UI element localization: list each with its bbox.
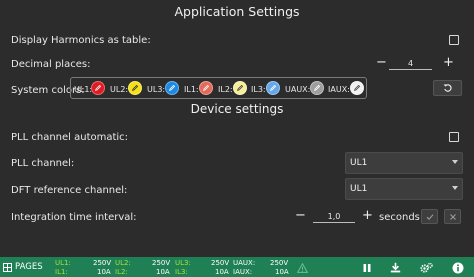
download-button[interactable] <box>389 261 402 274</box>
integration-increment-button[interactable]: + <box>362 209 373 222</box>
reading-value-ul2: 250V <box>152 259 171 267</box>
settings-button[interactable] <box>420 261 433 274</box>
display-harmonics-checkbox[interactable] <box>449 35 459 45</box>
reset-colors-button[interactable] <box>433 80 462 96</box>
decimal-places-label: Decimal places: <box>11 59 91 70</box>
dft-reference-select[interactable]: UL1 <box>345 178 463 200</box>
reading-value-uaux: 250V <box>270 259 289 267</box>
dft-reference-value: UL1 <box>350 184 368 194</box>
pll-channel-value: UL1 <box>350 158 368 168</box>
grid-icon <box>3 262 12 272</box>
integration-time-input[interactable] <box>313 210 355 223</box>
integration-unit-label: seconds <box>379 212 420 223</box>
chevron-down-icon <box>452 160 458 164</box>
pause-icon <box>363 263 370 272</box>
integration-decrement-button[interactable]: − <box>295 209 306 222</box>
pll-channel-select[interactable]: UL1 <box>345 152 463 174</box>
color-swatch-iaux[interactable] <box>350 81 364 95</box>
info-icon <box>452 262 463 273</box>
reading-key-il3: IL3: <box>175 268 188 276</box>
pause-button[interactable] <box>360 261 373 274</box>
color-swatch-ul3[interactable] <box>165 81 179 95</box>
close-icon <box>449 213 456 220</box>
reading-key-ul3: UL3: <box>175 259 191 267</box>
device-settings-title: Device settings <box>190 102 284 116</box>
pll-channel-label: PLL channel: <box>11 158 75 169</box>
color-label-il2: IL2: <box>218 85 233 94</box>
color-swatch-il1[interactable] <box>199 81 213 95</box>
reading-value-il1: 10A <box>97 268 111 276</box>
reading-key-il1: IL1: <box>55 268 68 276</box>
reading-key-uaux: UAUX: <box>233 259 256 267</box>
color-swatch-il2[interactable] <box>233 81 247 95</box>
reset-icon <box>443 84 452 92</box>
pencil-icon <box>353 84 361 92</box>
pencil-icon <box>168 84 176 92</box>
application-settings-title: Application Settings <box>174 4 300 19</box>
gears-icon <box>420 262 433 273</box>
decimal-decrement-button[interactable]: − <box>376 56 387 69</box>
pencil-icon <box>269 84 277 92</box>
reading-key-iaux: IAUX: <box>233 268 253 276</box>
check-icon <box>426 213 433 220</box>
warning-icon <box>296 261 309 274</box>
chevron-down-icon <box>452 186 458 190</box>
display-harmonics-label: Display Harmonics as table: <box>11 35 151 46</box>
pll-auto-checkbox[interactable] <box>449 132 459 142</box>
color-label-uaux: UAUX: <box>285 85 311 94</box>
reading-value-ul3: 250V <box>211 259 230 267</box>
reading-key-ul1: UL1: <box>55 259 71 267</box>
pencil-icon <box>94 84 102 92</box>
color-swatch-ul2[interactable] <box>128 81 142 95</box>
reading-key-ul2: UL2: <box>115 259 131 267</box>
pencil-icon <box>202 84 210 92</box>
color-swatch-uaux[interactable] <box>310 81 324 95</box>
pll-auto-label: PLL channel automatic: <box>11 132 129 143</box>
color-label-il1: IL1: <box>184 85 199 94</box>
pencil-icon <box>313 84 321 92</box>
reading-value-ul1: 250V <box>93 259 112 267</box>
confirm-button[interactable] <box>421 209 438 224</box>
color-label-iaux: IAUX: <box>328 85 350 94</box>
decimal-places-input[interactable] <box>389 57 432 70</box>
reading-value-iaux: 10A <box>275 268 289 276</box>
info-button[interactable] <box>451 261 464 274</box>
pencil-icon <box>236 84 244 92</box>
dft-reference-label: DFT reference channel: <box>11 185 128 196</box>
reading-value-il3: 10A <box>215 268 229 276</box>
cancel-button[interactable] <box>444 209 461 224</box>
color-label-il3: IL3: <box>251 85 266 94</box>
pages-label: PAGES <box>15 262 43 272</box>
color-swatch-ul1[interactable] <box>91 81 105 95</box>
color-label-ul2: UL2: <box>110 85 129 94</box>
integration-time-label: Integration time interval: <box>11 212 137 223</box>
reading-value-il2: 10A <box>156 268 170 276</box>
decimal-increment-button[interactable]: + <box>443 56 454 69</box>
reading-key-il2: IL2: <box>115 268 128 276</box>
color-label-ul1: UL1: <box>74 85 93 94</box>
color-swatch-il3[interactable] <box>266 81 280 95</box>
color-label-ul3: UL3: <box>147 85 166 94</box>
pages-button[interactable]: PAGES <box>3 262 43 272</box>
pencil-icon <box>131 84 139 92</box>
download-icon <box>390 262 401 273</box>
